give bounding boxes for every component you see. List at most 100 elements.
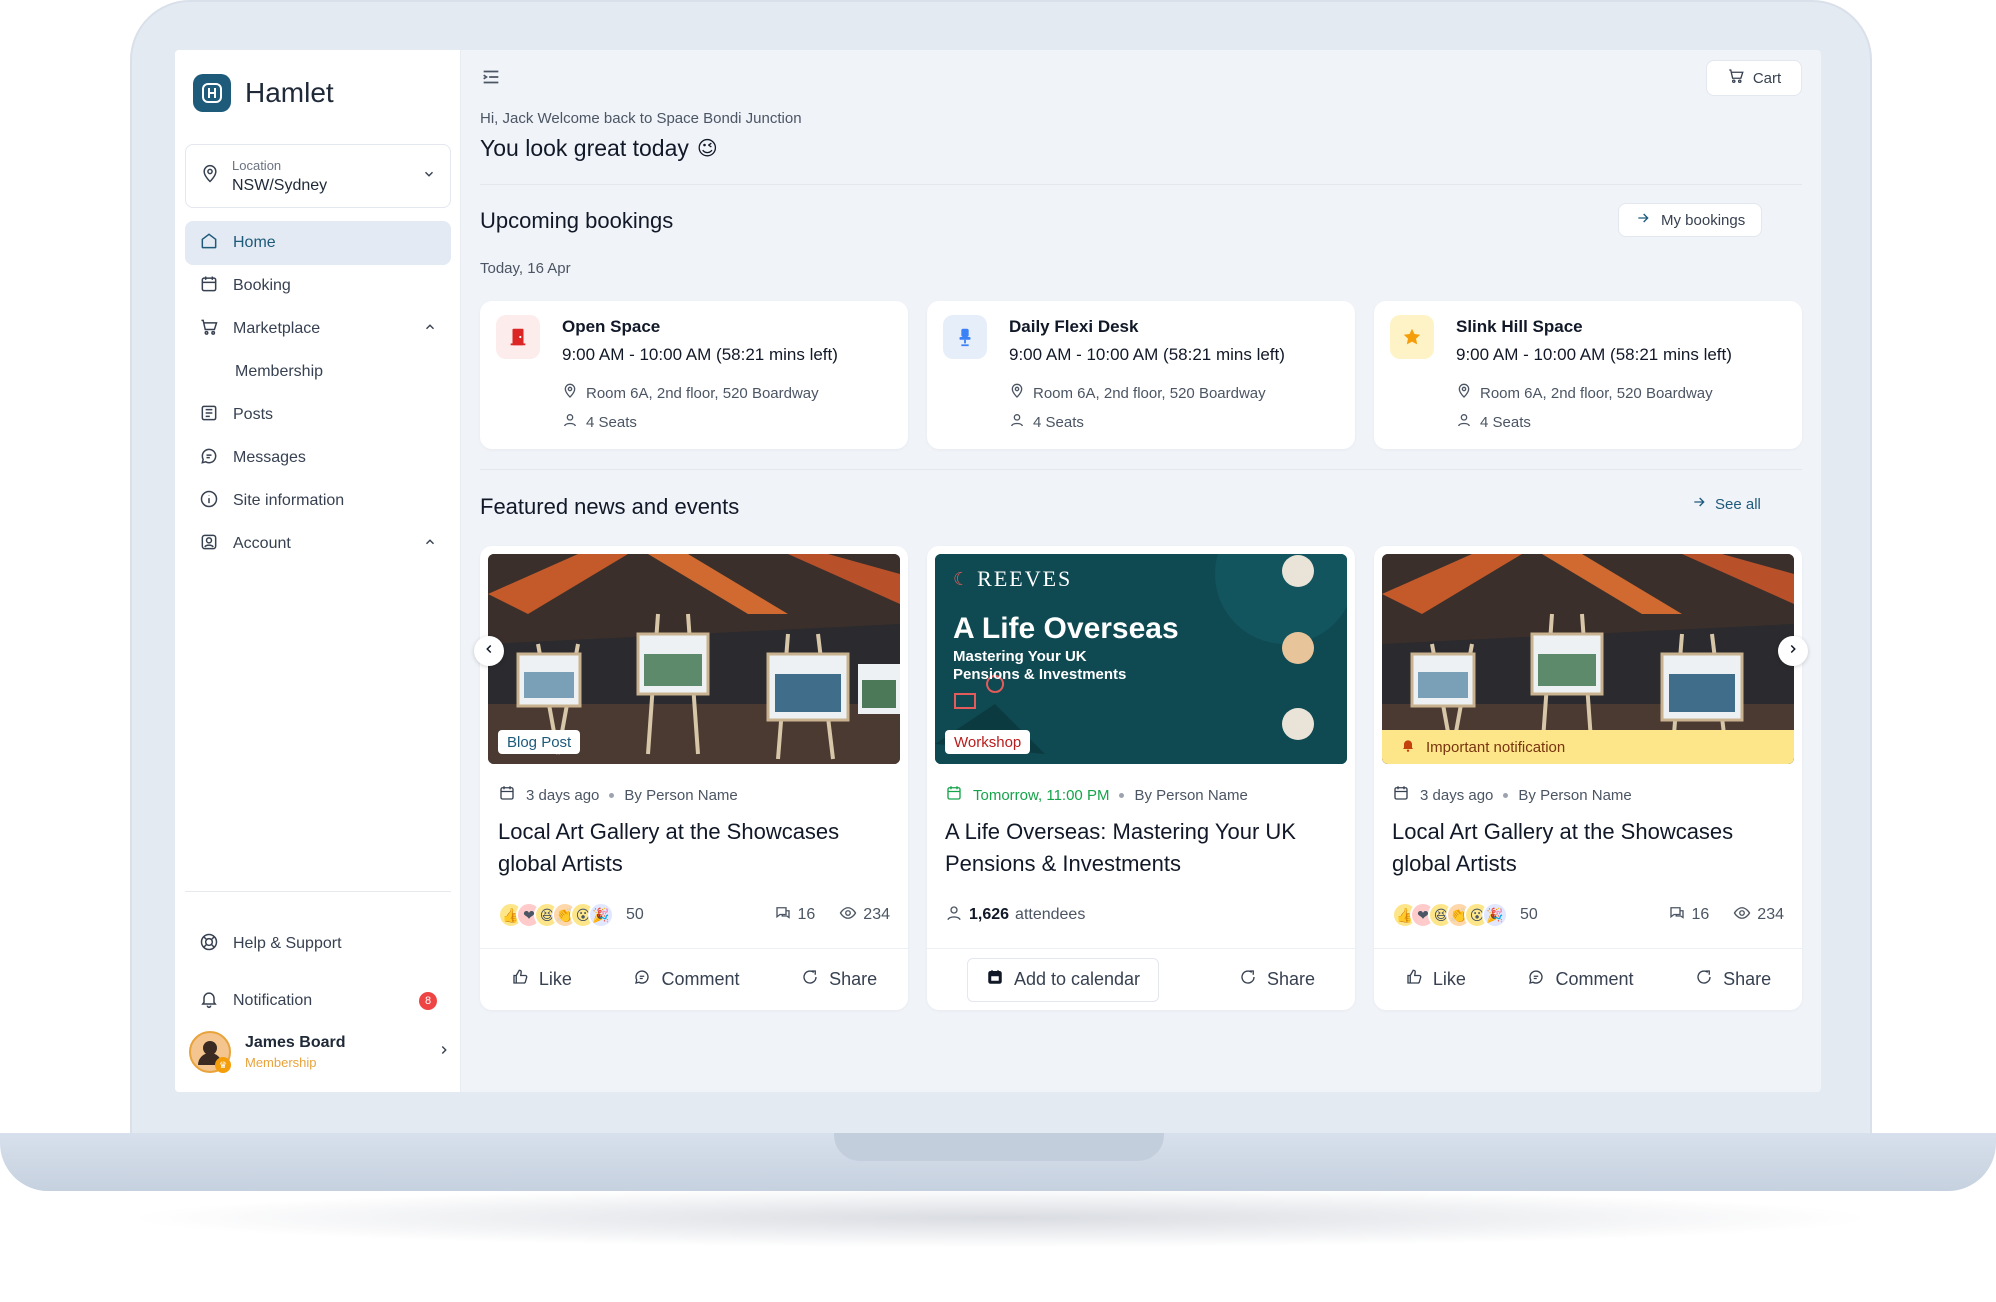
thumbs-up-icon (511, 968, 529, 991)
star-icon (1390, 315, 1434, 359)
map-pin-icon (1009, 383, 1025, 403)
carousel-prev-button[interactable] (474, 636, 504, 666)
comment-icon (1527, 968, 1545, 991)
calendar-icon (945, 784, 963, 806)
calendar-icon (986, 968, 1004, 991)
booking-name: Open Space (562, 317, 661, 336)
bell-icon (199, 989, 219, 1014)
news-card[interactable]: Blog Post 3 days ago By Person Name Loca… (480, 546, 908, 1010)
map-pin-icon (200, 164, 220, 189)
my-bookings-button[interactable]: My bookings (1618, 203, 1763, 237)
booking-card[interactable]: Daily Flexi Desk 9:00 AM - 10:00 AM (58:… (927, 301, 1355, 449)
add-to-calendar-button[interactable]: Add to calendar (966, 957, 1160, 1002)
sidebar-item-home[interactable]: Home (185, 221, 451, 265)
sidebar-item-label: Site information (233, 492, 345, 509)
location-label: Location (232, 157, 282, 173)
event-time: Tomorrow, 11:00 PM (973, 786, 1110, 804)
notification-count-badge: 8 (419, 992, 437, 1010)
sidebar: Hamlet Location NSW/Sydney Home Booking … (175, 50, 461, 1092)
cart-icon (199, 317, 219, 342)
reaction-count: 50 (1520, 906, 1538, 923)
calendar-icon (498, 784, 516, 806)
share-button[interactable]: Share (1695, 968, 1771, 991)
share-button[interactable]: Share (801, 968, 877, 991)
reactions[interactable]: 👍 ❤ 😆 👏 😮 🎉 (498, 902, 614, 928)
poster-subline: Mastering Your UK Pensions & Investments (953, 648, 1127, 683)
booking-card[interactable]: Open Space 9:00 AM - 10:00 AM (58:21 min… (480, 301, 908, 449)
card-title[interactable]: Local Art Gallery at the Showcases globa… (498, 816, 894, 880)
card-author: By Person Name (1518, 786, 1632, 804)
message-icon (199, 446, 219, 471)
user-profile[interactable]: ♛ James Board Membership (189, 1028, 451, 1076)
upcoming-bookings-title: Upcoming bookings (480, 208, 674, 233)
reeves-logo-icon: ☾ (953, 568, 972, 589)
greeting-title-text: You look great today (480, 135, 689, 161)
sidebar-item-posts[interactable]: Posts (185, 393, 451, 437)
laptop-shadow (120, 1188, 1880, 1248)
cart-label: Cart (1752, 69, 1782, 87)
like-button[interactable]: Like (511, 968, 572, 991)
sidebar-item-account[interactable]: Account (185, 522, 451, 566)
poster-brand: ☾ REEVES (953, 566, 1073, 591)
sidebar-item-marketplace[interactable]: Marketplace (185, 307, 451, 351)
card-meta: 3 days ago By Person Name (498, 784, 738, 806)
sidebar-item-label: Marketplace (233, 320, 321, 337)
location-selector[interactable]: Location NSW/Sydney (185, 144, 451, 208)
attendee-count: 1,626 (969, 906, 1010, 923)
booking-card[interactable]: Slink Hill Space 9:00 AM - 10:00 AM (58:… (1374, 301, 1802, 449)
bell-icon (1400, 737, 1416, 757)
comment-button[interactable]: Comment (1527, 968, 1634, 991)
person-icon (945, 904, 963, 927)
sidebar-item-booking[interactable]: Booking (185, 264, 451, 308)
info-icon (199, 489, 219, 514)
card-time: 3 days ago (526, 786, 600, 804)
sidebar-item-label: Membership (235, 363, 324, 380)
card-author: By Person Name (624, 786, 738, 804)
chevron-right-icon (437, 1043, 451, 1062)
card-title[interactable]: Local Art Gallery at the Showcases globa… (1392, 816, 1788, 880)
posts-icon (199, 403, 219, 428)
see-all-link[interactable]: See all (1691, 494, 1761, 514)
share-button[interactable]: Share (1239, 968, 1315, 991)
comment-button[interactable]: Comment (633, 968, 740, 991)
menu-toggle-icon[interactable] (480, 66, 502, 93)
avatar: ♛ (189, 1031, 231, 1073)
workshop-poster-image: ☾ REEVES A Life Overseas Mastering Your … (935, 554, 1347, 764)
sidebar-item-help[interactable]: Help & Support (185, 922, 451, 966)
card-title[interactable]: A Life Overseas: Mastering Your UK Pensi… (945, 816, 1341, 880)
sidebar-item-label: Booking (233, 277, 291, 294)
news-card[interactable]: Important notification 3 days ago By Per… (1374, 546, 1802, 1010)
map-pin-icon (562, 383, 578, 403)
sidebar-item-messages[interactable]: Messages (185, 436, 451, 480)
card-actions: Add to calendar Share (927, 948, 1355, 1010)
booking-seats-text: 4 Seats (1480, 413, 1531, 431)
booking-location: Room 6A, 2nd floor, 520 Boardway (1009, 383, 1266, 403)
card-stats: 👍 ❤ 😆 👏 😮 🎉 50 16 234 (498, 900, 890, 930)
booking-seats: 4 Seats (1456, 412, 1531, 432)
arrow-right-icon (1635, 210, 1651, 230)
person-icon (1456, 412, 1472, 432)
sidebar-item-notification[interactable]: Notification 8 (185, 979, 451, 1023)
eye-icon (1733, 904, 1751, 927)
booking-location: Room 6A, 2nd floor, 520 Boardway (1456, 383, 1713, 403)
user-name: James Board (245, 1034, 346, 1051)
booking-location: Room 6A, 2nd floor, 520 Boardway (562, 383, 819, 403)
workshop-tag: Workshop (945, 730, 1031, 754)
carousel-next-button[interactable] (1778, 636, 1808, 666)
sidebar-item-site-information[interactable]: Site information (185, 479, 451, 523)
sidebar-item-membership[interactable]: Membership (185, 350, 451, 394)
like-button[interactable]: Like (1405, 968, 1466, 991)
arrow-right-icon (1691, 494, 1707, 514)
door-icon (496, 315, 540, 359)
cart-button[interactable]: Cart (1706, 60, 1802, 96)
sidebar-item-label: Account (233, 535, 291, 552)
brand[interactable]: Hamlet (193, 74, 334, 112)
reactions[interactable]: 👍 ❤ 😆 👏 😮 🎉 (1392, 902, 1508, 928)
card-stats: 👍 ❤ 😆 👏 😮 🎉 50 16 234 (1392, 900, 1784, 930)
chevron-up-icon (423, 320, 437, 339)
attendees: 1,626 attendees (945, 900, 1337, 930)
gallery-image: Blog Post (488, 554, 900, 764)
event-card[interactable]: ☾ REEVES A Life Overseas Mastering Your … (927, 546, 1355, 1010)
booking-location-text: Room 6A, 2nd floor, 520 Boardway (586, 384, 819, 402)
sidebar-item-label: Notification (233, 992, 313, 1009)
